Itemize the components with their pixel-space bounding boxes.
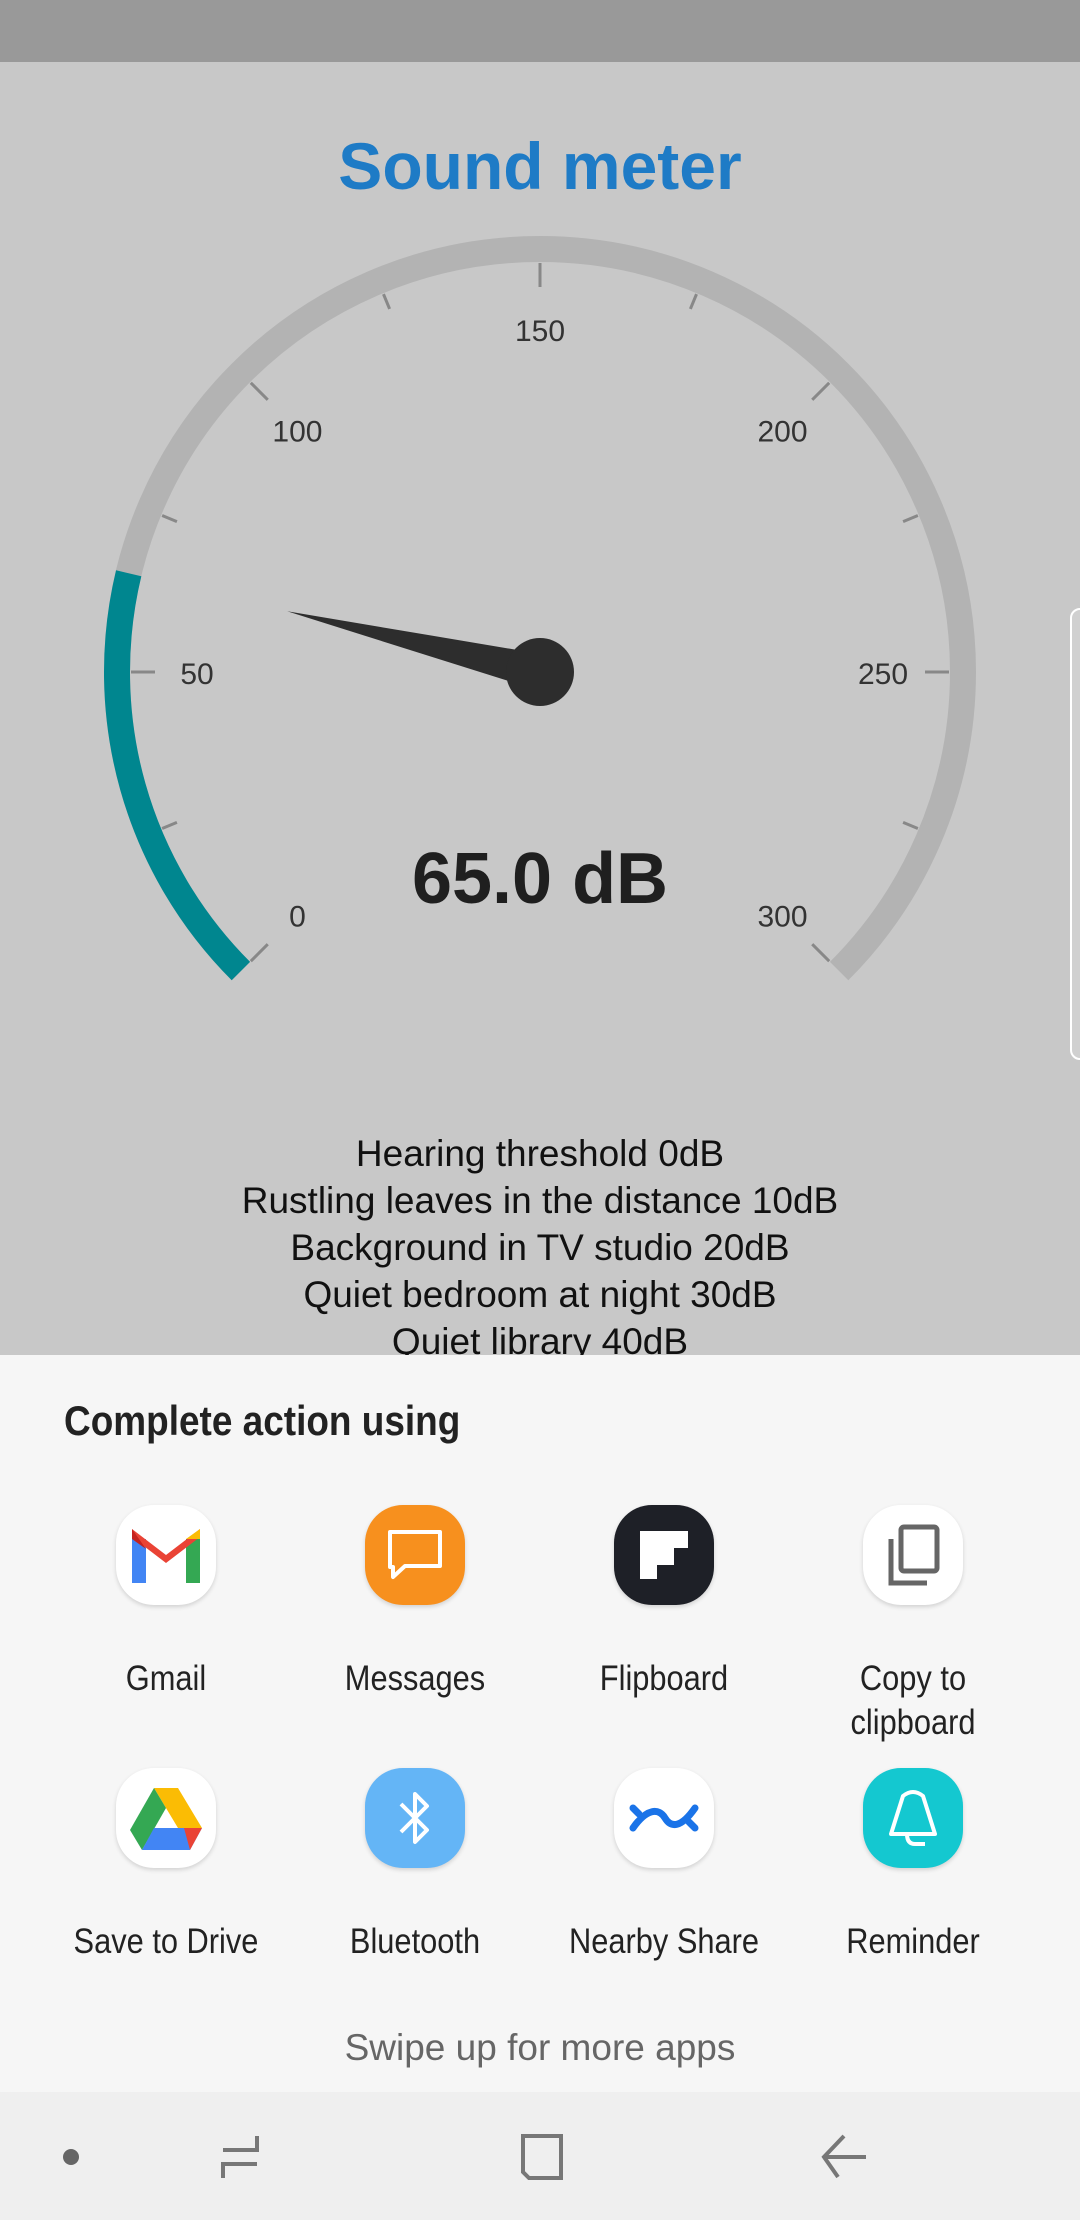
status-bar <box>0 0 1080 62</box>
back-button[interactable] <box>810 2122 880 2192</box>
level-item: Hearing threshold 0dB <box>355 1133 725 1174</box>
level-item: Background in TV studio 20dB <box>290 1227 790 1268</box>
minor-tick <box>902 514 919 523</box>
gauge-needle <box>287 611 545 690</box>
app-bluetooth[interactable]: Bluetooth <box>290 1768 540 1964</box>
app-nearby-share[interactable]: Nearby Share <box>539 1768 789 1964</box>
app-save-to-drive[interactable]: Save to Drive <box>41 1768 291 1964</box>
minor-tick <box>689 293 698 310</box>
app-flipboard[interactable]: Flipboard <box>539 1505 789 1701</box>
messages-icon <box>365 1505 465 1605</box>
tick-label: 150 <box>515 315 565 348</box>
page-title: Sound meter <box>338 129 742 203</box>
app-label: Flipboard <box>599 1659 729 1698</box>
flipboard-icon <box>614 1505 714 1605</box>
swipe-up-hint: Swipe up for more apps <box>344 2027 736 2068</box>
level-item: Quiet bedroom at night 30dB <box>303 1274 777 1315</box>
major-tick <box>249 381 269 401</box>
major-tick <box>811 943 831 963</box>
navigation-bar <box>0 2092 1080 2220</box>
app-messages[interactable]: Messages <box>290 1505 540 1701</box>
drive-icon <box>116 1768 216 1868</box>
app-label: Reminder <box>846 1922 980 1961</box>
app-gmail[interactable]: Gmail <box>41 1505 291 1701</box>
sound-levels-list: Hearing threshold 0dB Rustling leaves in… <box>0 1130 1080 1365</box>
db-reading: 65.0 dB <box>411 839 669 919</box>
tick-label: 50 <box>180 658 213 691</box>
reminder-icon <box>863 1768 963 1868</box>
app-copy-to-clipboard[interactable]: Copy to clipboard <box>788 1505 1038 1745</box>
sheet-title: Complete action using <box>64 1397 461 1444</box>
recent-apps-button[interactable] <box>205 2122 275 2192</box>
app-label: Nearby Share <box>568 1922 760 1961</box>
minor-tick <box>902 821 919 830</box>
minor-tick <box>382 293 391 310</box>
share-sheet: Complete action using Gmail Messages Fli… <box>0 1355 1080 2092</box>
app-label: Gmail <box>125 1659 207 1698</box>
minor-tick <box>161 821 178 830</box>
copy-icon <box>863 1505 963 1605</box>
level-item: Rustling leaves in the distance 10dB <box>241 1180 839 1221</box>
tick-label: 200 <box>758 415 808 448</box>
major-tick <box>249 943 269 963</box>
app-label: Save to Drive <box>73 1922 259 1961</box>
gmail-icon <box>116 1505 216 1605</box>
edge-panel-handle[interactable] <box>1070 608 1080 1060</box>
app-label: Bluetooth <box>349 1922 481 1961</box>
needle-hub <box>506 638 574 706</box>
dot-icon[interactable] <box>36 2122 106 2192</box>
tick-label: 100 <box>272 415 322 448</box>
bluetooth-icon <box>365 1768 465 1868</box>
major-tick <box>811 381 831 401</box>
app-label: Messages <box>344 1659 486 1698</box>
minor-tick <box>161 514 178 523</box>
app-reminder[interactable]: Reminder <box>788 1768 1038 1964</box>
app-label: Copy to clipboard <box>850 1659 976 1742</box>
tick-label: 250 <box>858 658 908 691</box>
nearby-share-icon <box>614 1768 714 1868</box>
home-button[interactable] <box>507 2122 577 2192</box>
